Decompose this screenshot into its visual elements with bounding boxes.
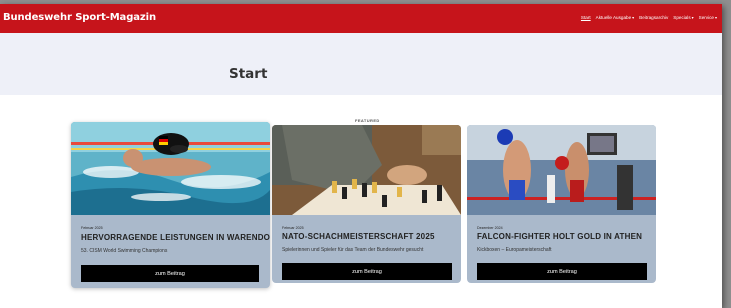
- site-brand[interactable]: Bundeswehr Sport-Magazin: [3, 12, 156, 23]
- chevron-down-icon: ▾: [691, 14, 694, 20]
- featured-label: FEATURED: [355, 118, 380, 123]
- article-date: Februar 2025: [81, 226, 103, 230]
- nav-item-beitragsarchiv[interactable]: Beitragsarchiv: [639, 15, 668, 20]
- swimmer-photo[interactable]: [71, 122, 270, 215]
- chevron-down-icon: ▾: [632, 14, 635, 20]
- nav-label: Aktuelle Ausgabe: [595, 15, 632, 20]
- read-article-button[interactable]: zum Beitrag: [282, 263, 452, 280]
- article-subtitle: Spielerinnen und Spieler für das Team de…: [282, 247, 424, 253]
- article-card[interactable]: Dezember 2024 FALCON-FIGHTER HOLT GOLD I…: [467, 125, 656, 283]
- article-card[interactable]: Februar 2025 HERVORRAGENDE LEISTUNGEN IN…: [71, 122, 270, 288]
- article-card[interactable]: Februar 2025 NATO-SCHACHMEISTERSCHAFT 20…: [272, 125, 461, 283]
- article-title[interactable]: FALCON-FIGHTER HOLT GOLD IN ATHEN: [477, 232, 642, 241]
- article-title[interactable]: NATO-SCHACHMEISTERSCHAFT 2025: [282, 232, 435, 241]
- read-article-button[interactable]: zum Beitrag: [81, 265, 259, 282]
- page-hero: Start: [0, 33, 722, 95]
- main-nav: Start Aktuelle Ausgabe ▾ Beitragsarchiv S…: [581, 15, 717, 20]
- nav-item-start[interactable]: Start: [581, 15, 591, 20]
- top-navigation-bar: Bundeswehr Sport-Magazin Start Aktuelle …: [0, 4, 722, 33]
- nav-item-aktuelle-ausgabe[interactable]: Aktuelle Ausgabe ▾: [596, 15, 635, 20]
- page-title: Start: [229, 66, 268, 82]
- article-subtitle: 53. CISM World Swimming Champions: [81, 248, 168, 254]
- nav-item-specials[interactable]: Specials ▾: [673, 15, 693, 20]
- nav-label: Beitragsarchiv: [639, 15, 669, 20]
- article-subtitle: Kickboxen – Europameisterschaft: [477, 247, 552, 253]
- nav-label: Specials: [673, 15, 691, 20]
- chevron-down-icon: ▾: [714, 14, 717, 20]
- article-date: Dezember 2024: [477, 226, 503, 230]
- nav-label: Service: [698, 15, 714, 20]
- kickboxing-photo[interactable]: [467, 125, 656, 215]
- chess-photo[interactable]: [272, 125, 461, 215]
- read-article-button[interactable]: zum Beitrag: [477, 263, 647, 280]
- article-date: Februar 2025: [282, 226, 304, 230]
- nav-item-service[interactable]: Service ▾: [699, 15, 717, 20]
- nav-label: Start: [580, 15, 591, 20]
- article-title[interactable]: HERVORRAGENDE LEISTUNGEN IN WARENDORF: [81, 233, 270, 242]
- browser-page: Bundeswehr Sport-Magazin Start Aktuelle …: [0, 4, 722, 308]
